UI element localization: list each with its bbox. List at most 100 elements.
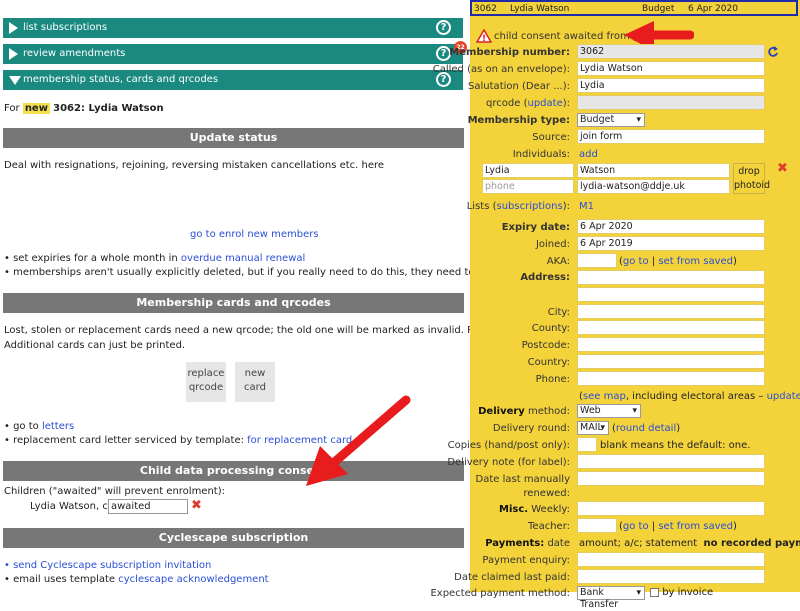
teacher-goto-link[interactable]: go to: [623, 521, 649, 532]
address-line-1[interactable]: [577, 270, 765, 285]
copies-note: blank means the default: one.: [600, 440, 751, 451]
new-card-button[interactable]: new card: [235, 362, 275, 402]
aka-set-saved-link[interactable]: set from saved: [658, 256, 733, 267]
member-title: 3062: Lydia Watson: [53, 103, 164, 114]
called-field[interactable]: Lydia Watson: [577, 61, 765, 76]
list-m1[interactable]: M1: [579, 201, 594, 212]
copies-label: Copies (hand/post only):: [447, 440, 570, 451]
membership-status-bar[interactable]: membership status, cards and qrcodes ?: [3, 70, 463, 90]
consent-input[interactable]: awaited: [108, 499, 188, 514]
bullet-text: • set expiries for a whole month in: [4, 253, 181, 264]
individual-last-name[interactable]: Watson: [577, 163, 730, 178]
postcode-field[interactable]: [577, 337, 765, 352]
warning-icon: !: [476, 29, 492, 43]
delivery-note-label: Delivery note (for label):: [447, 457, 570, 468]
subscriptions-link[interactable]: subscriptions: [497, 201, 563, 212]
help-icon[interactable]: ?: [436, 20, 451, 35]
cyclescape-ack-link[interactable]: cyclescape acknowledgement: [118, 574, 268, 585]
misc-weekly-field[interactable]: [577, 501, 765, 516]
overdue-renewal-link[interactable]: overdue manual renewal: [181, 253, 305, 264]
postcode-label: Postcode:: [521, 340, 570, 351]
lists-label: Lists (subscriptions):: [467, 201, 570, 212]
teacher-set-saved-link[interactable]: set from saved: [658, 521, 733, 532]
remove-consent-icon[interactable]: ✖: [191, 498, 202, 513]
cards-heading: Membership cards and qrcodes: [3, 293, 464, 313]
cyclescape-heading: Cyclescape subscription: [3, 528, 464, 548]
country-label: Country:: [527, 357, 570, 368]
map-text: , including electoral areas –: [625, 391, 767, 402]
enrol-new-members-link[interactable]: go to enrol new members: [190, 229, 319, 240]
label-text: method:: [524, 406, 570, 417]
new-tag: new: [22, 103, 50, 114]
expected-method-select[interactable]: Bank Transfer: [577, 586, 645, 610]
payments-info: amount; a/c; statement no recorded payme…: [579, 538, 800, 549]
individual-email[interactable]: lydia-watson@ddje.uk: [577, 179, 730, 194]
membership-type-select[interactable]: Budget: [577, 113, 645, 127]
red-arrow-icon: [306, 395, 411, 486]
salutation-field[interactable]: Lydia: [577, 78, 765, 93]
btn-line: new: [244, 368, 266, 379]
qrcode-field: [577, 95, 765, 110]
delivery-round-select[interactable]: MAIL: [577, 421, 609, 435]
delivery-round-label: Delivery round:: [492, 423, 570, 434]
map-update-link[interactable]: update: [767, 391, 800, 402]
remove-individual-icon[interactable]: ✖: [777, 161, 788, 176]
bar-label: review amendments: [23, 48, 126, 59]
aka-goto-link[interactable]: go to: [623, 256, 649, 267]
send-cyclescape-invitation-link[interactable]: • send Cyclescape subscription invitatio…: [4, 560, 211, 571]
city-label: City:: [547, 307, 570, 318]
delivery-note-field[interactable]: [577, 454, 765, 469]
individual-phone[interactable]: phone: [482, 179, 574, 194]
paren: ): [676, 423, 681, 434]
round-detail-link[interactable]: round detail: [616, 423, 676, 434]
by-invoice-checkbox[interactable]: [650, 587, 659, 597]
left-panel: list subscriptions ? review amendments ?…: [0, 0, 672, 592]
drop-text: photoid: [734, 180, 771, 191]
qrcode-label-text: ):: [562, 98, 570, 109]
see-map-link[interactable]: see map: [583, 391, 626, 402]
expiry-field[interactable]: 6 Apr 2020: [577, 219, 765, 234]
date-claimed-field[interactable]: [577, 569, 765, 584]
address-line-2[interactable]: [577, 287, 765, 302]
refresh-icon[interactable]: [767, 46, 779, 58]
qrcode-label: qrcode (update):: [486, 98, 570, 109]
expand-icon: [9, 22, 18, 34]
label-text: date: [544, 538, 570, 549]
list-subscriptions-bar[interactable]: list subscriptions ?: [3, 18, 463, 38]
county-field[interactable]: [577, 320, 765, 335]
city-field[interactable]: [577, 304, 765, 319]
letters-link[interactable]: letters: [42, 421, 74, 432]
drop-text: drop: [738, 166, 760, 177]
teacher-field[interactable]: [577, 518, 617, 533]
delivery-method-select[interactable]: Web: [577, 404, 641, 418]
joined-field[interactable]: 6 Apr 2019: [577, 236, 765, 251]
member-summary-row[interactable]: 3062 Lydia Watson Budget 6 Apr 2020: [470, 0, 798, 16]
copies-field[interactable]: [577, 437, 597, 452]
expand-icon: [9, 48, 18, 60]
replace-qrcode-button[interactable]: replace qrcode: [186, 362, 226, 402]
country-field[interactable]: [577, 354, 765, 369]
add-individual-link[interactable]: add: [579, 149, 598, 160]
date-renewed-label-2: renewed:: [523, 488, 570, 499]
date-renewed-field[interactable]: [577, 471, 765, 486]
membership-number-field: 3062: [577, 44, 765, 59]
payment-enquiry-field[interactable]: [577, 552, 765, 567]
aka-field[interactable]: [577, 253, 617, 268]
individual-first-name[interactable]: Lydia: [482, 163, 574, 178]
consent-desc: Children ("awaited" will prevent enrolme…: [4, 486, 225, 497]
drop-photoid-zone[interactable]: drop photoid: [733, 163, 771, 194]
source-field[interactable]: join form: [577, 129, 765, 144]
round-detail-links: (round detail): [612, 423, 680, 434]
sep: |: [648, 256, 659, 267]
source-label: Source:: [532, 132, 570, 143]
qrcode-update-link[interactable]: update: [527, 98, 562, 109]
phone-field[interactable]: [577, 371, 765, 386]
qrcode-label-text: qrcode (: [486, 98, 528, 109]
btn-line: replace: [187, 368, 225, 379]
cyclescape-template-bullet: • email uses template cyclescape acknowl…: [4, 574, 269, 585]
aka-links: (go to | set from saved): [619, 256, 737, 267]
membership-number-label: Membership number:: [449, 47, 570, 58]
review-amendments-bar[interactable]: review amendments ?: [3, 44, 463, 64]
paren: ): [733, 256, 737, 267]
bar-label: membership status, cards and qrcodes: [23, 74, 219, 85]
